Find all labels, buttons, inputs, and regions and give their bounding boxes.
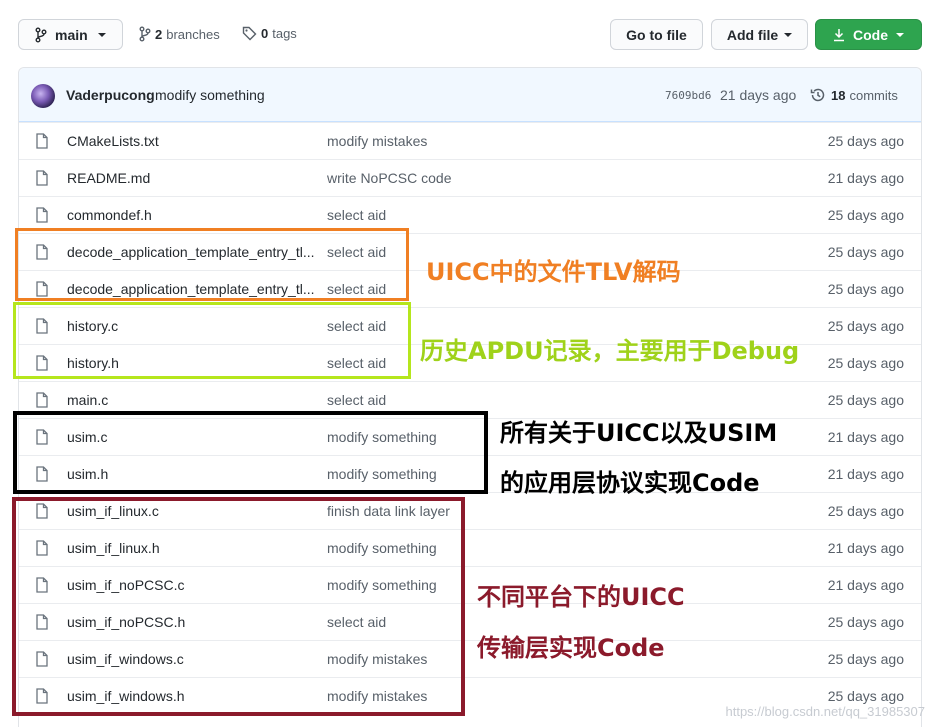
commit-age: 21 days ago	[827, 577, 904, 593]
commits-label: commits	[849, 87, 898, 103]
commit-message-link[interactable]: select aid	[327, 207, 386, 223]
commit-message-link[interactable]: modify mistakes	[327, 133, 427, 149]
commit-message-link[interactable]: write NoPCSC code	[327, 170, 452, 186]
tags-link[interactable]: 0 tags	[242, 26, 297, 41]
annotation-green: 历史APDU记录，主要用于Debug	[420, 337, 800, 365]
commit-author[interactable]: Vaderpucong	[66, 87, 155, 103]
add-file-button[interactable]: Add file	[711, 19, 808, 50]
annotation-black-line1: 所有关于UICC以及USIM	[500, 419, 778, 447]
commit-age: 25 days ago	[827, 688, 904, 704]
file-name-link[interactable]: commondef.h	[67, 207, 152, 223]
branches-label: branches	[166, 26, 220, 42]
annotation-frame-maroon	[12, 497, 465, 716]
file-name-link[interactable]: README.md	[67, 170, 150, 186]
download-icon	[834, 28, 844, 41]
git-branch-icon	[35, 27, 47, 42]
table-row[interactable]: CMakeLists.txt modify mistakes 25 days ago	[19, 122, 921, 159]
annotation-frame-green	[13, 302, 411, 379]
commit-age: 25 days ago	[827, 244, 904, 260]
chevron-down-icon	[97, 32, 106, 37]
commit-age: 25 days ago	[827, 355, 904, 371]
watermark: https://blog.csdn.net/qq_31985307	[725, 704, 926, 719]
commits-link[interactable]: 18 commits	[810, 87, 898, 103]
chevron-down-icon	[784, 32, 793, 37]
chevron-down-icon	[896, 32, 904, 37]
commit-age: 21 days ago	[827, 540, 904, 556]
annotation-frame-black	[13, 411, 488, 494]
annotation-frame-orange	[15, 228, 409, 301]
commit-age: 21 days ago	[827, 429, 904, 445]
file-icon	[36, 207, 48, 228]
commit-age: 25 days ago	[827, 503, 904, 519]
code-label: Code	[853, 26, 888, 43]
commit-age: 21 days ago	[827, 466, 904, 482]
annotation-black-line2: 的应用层协议实现Code	[500, 469, 760, 497]
commit-age: 21 days ago	[720, 87, 797, 103]
table-row[interactable]: README.md write NoPCSC code 21 days ago	[19, 159, 921, 196]
go-to-file-button[interactable]: Go to file	[610, 19, 703, 50]
history-icon	[810, 88, 825, 102]
branch-name: main	[55, 26, 88, 43]
annotation-maroon-line1: 不同平台下的UICC	[477, 583, 685, 611]
branches-link[interactable]: 2 branches	[139, 26, 220, 42]
commit-age: 25 days ago	[827, 207, 904, 223]
commit-message[interactable]: modify something	[155, 87, 265, 103]
file-name-link[interactable]: CMakeLists.txt	[67, 133, 159, 149]
tags-count: 0	[261, 26, 269, 41]
commit-age: 25 days ago	[827, 614, 904, 630]
file-icon	[36, 133, 48, 154]
commit-sha[interactable]: 7609bd6	[665, 89, 711, 102]
annotation-orange: UICC中的文件TLV解码	[426, 258, 681, 286]
tag-icon	[242, 26, 257, 41]
avatar[interactable]	[31, 84, 55, 108]
commit-age: 25 days ago	[827, 651, 904, 667]
branch-select-button[interactable]: main	[18, 19, 123, 50]
file-icon	[36, 170, 48, 191]
add-file-label: Add file	[726, 26, 779, 43]
git-branch-icon	[139, 26, 151, 42]
file-icon	[36, 392, 48, 413]
latest-commit-bar: Vaderpucong modify something 7609bd6 21 …	[19, 68, 921, 122]
commit-age: 21 days ago	[827, 170, 904, 186]
commit-message-link[interactable]: select aid	[327, 392, 386, 408]
commits-count: 18	[831, 87, 846, 103]
commit-age: 25 days ago	[827, 392, 904, 408]
annotation-maroon-line2: 传输层实现Code	[477, 634, 665, 662]
commit-age: 25 days ago	[827, 281, 904, 297]
commit-age: 25 days ago	[827, 318, 904, 334]
code-button[interactable]: Code	[815, 19, 922, 50]
commit-age: 25 days ago	[827, 133, 904, 149]
branches-count: 2	[155, 26, 163, 42]
file-name-link[interactable]: main.c	[67, 392, 108, 408]
tags-label: tags	[272, 26, 297, 41]
